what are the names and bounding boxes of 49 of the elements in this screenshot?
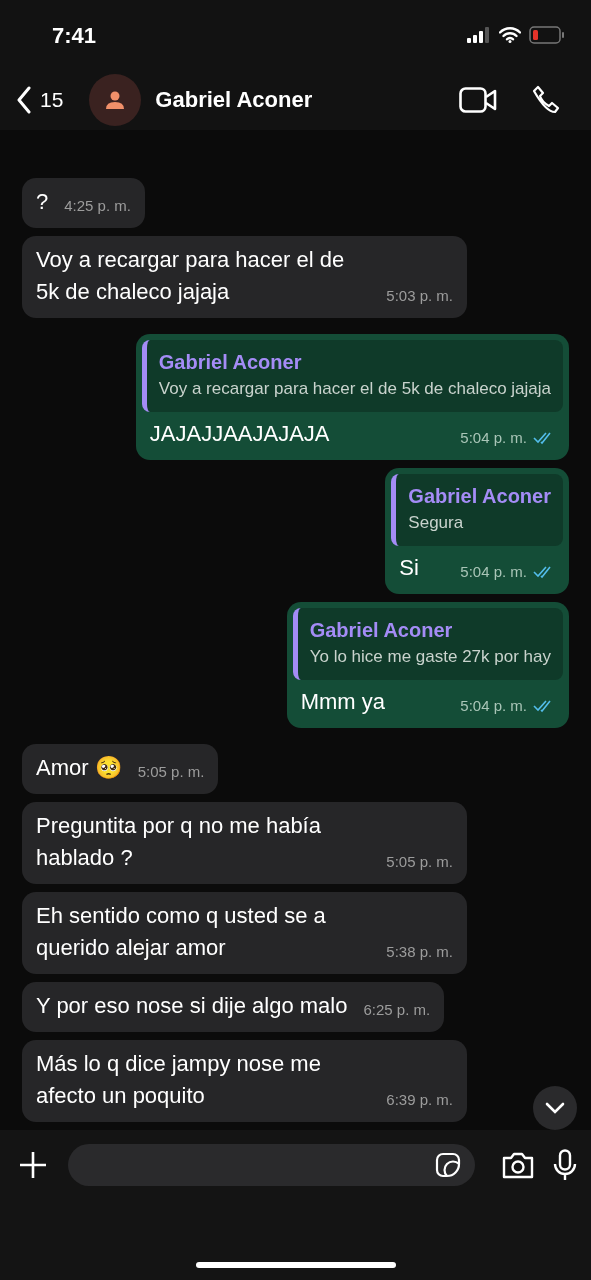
message-time: 5:05 p. m. xyxy=(386,852,453,872)
battery-icon xyxy=(529,26,565,44)
message-time: 5:04 p. m. xyxy=(460,428,527,448)
message-text: Y por eso nose si dije algo malo xyxy=(36,992,348,1020)
back-chevron-icon xyxy=(16,86,32,114)
message-time: 5:04 p. m. xyxy=(460,696,527,716)
status-time: 7:41 xyxy=(52,22,97,49)
message-text: Mmm ya xyxy=(300,688,385,716)
camera-button[interactable] xyxy=(501,1151,535,1179)
phone-call-icon[interactable] xyxy=(531,85,561,115)
microphone-button[interactable] xyxy=(553,1149,577,1181)
message-time: 6:39 p. m. xyxy=(386,1090,453,1110)
camera-icon xyxy=(501,1151,535,1179)
video-call-icon[interactable] xyxy=(459,87,497,113)
microphone-icon xyxy=(553,1149,577,1181)
quoted-message[interactable]: Gabriel Aconer Yo lo hice me gaste 27k por hay xyxy=(292,608,563,680)
message-time: 5:04 p. m. xyxy=(460,562,527,582)
message-text: Eh sentido como q usted se a querido alejar amor xyxy=(36,902,327,962)
quoted-text: Segura xyxy=(408,512,465,534)
quoted-author: Gabriel Aconer xyxy=(309,618,454,643)
quoted-author: Gabriel Aconer xyxy=(408,484,551,509)
quoted-author: Gabriel Aconer xyxy=(158,350,303,375)
message-input-field[interactable] xyxy=(68,1144,475,1186)
message-time: 6:25 p. m. xyxy=(363,1000,431,1020)
attach-button[interactable] xyxy=(18,1150,48,1180)
message-text: Preguntita por q no me había hablado ? xyxy=(36,812,322,872)
message-time: 5:38 p. m. xyxy=(386,942,453,962)
contact-avatar[interactable] xyxy=(89,74,142,126)
signal-icon xyxy=(467,27,491,43)
message-text: Voy a recargar para hacer el de 5k de chaleco jajaja xyxy=(36,246,346,306)
plus-icon xyxy=(18,1150,48,1180)
message-time: 5:03 p. m. xyxy=(386,286,453,306)
chevron-down-icon xyxy=(545,1102,565,1114)
message-text: Más lo q dice jampy nose me afecto un poquito xyxy=(36,1050,322,1110)
message-time: 5:05 p. m. xyxy=(137,762,205,782)
quoted-text: Voy a recargar para hacer el de 5k de chaleco jajaja xyxy=(158,378,551,400)
message-text: ? xyxy=(36,188,49,216)
sticker-icon[interactable] xyxy=(435,1152,461,1178)
quoted-message[interactable]: Gabriel Aconer Voy a recargar para hacer el de 5k de chaleco jajaja xyxy=(141,340,563,412)
back-button[interactable]: 15 xyxy=(16,86,64,114)
wifi-icon xyxy=(499,27,521,43)
message-text: Amor 🥺 xyxy=(36,754,122,782)
message-time: 4:25 p. m. xyxy=(64,196,131,216)
quoted-message[interactable]: Gabriel Aconer Segura xyxy=(391,474,563,546)
message-text: Si xyxy=(399,554,419,582)
message-text: JAJAJJAAJAJAJA xyxy=(149,420,330,448)
quoted-text: Yo lo hice me gaste 27k por hay xyxy=(309,646,551,668)
person-icon xyxy=(105,90,126,110)
contact-name[interactable]: Gabriel Aconer xyxy=(155,87,459,113)
